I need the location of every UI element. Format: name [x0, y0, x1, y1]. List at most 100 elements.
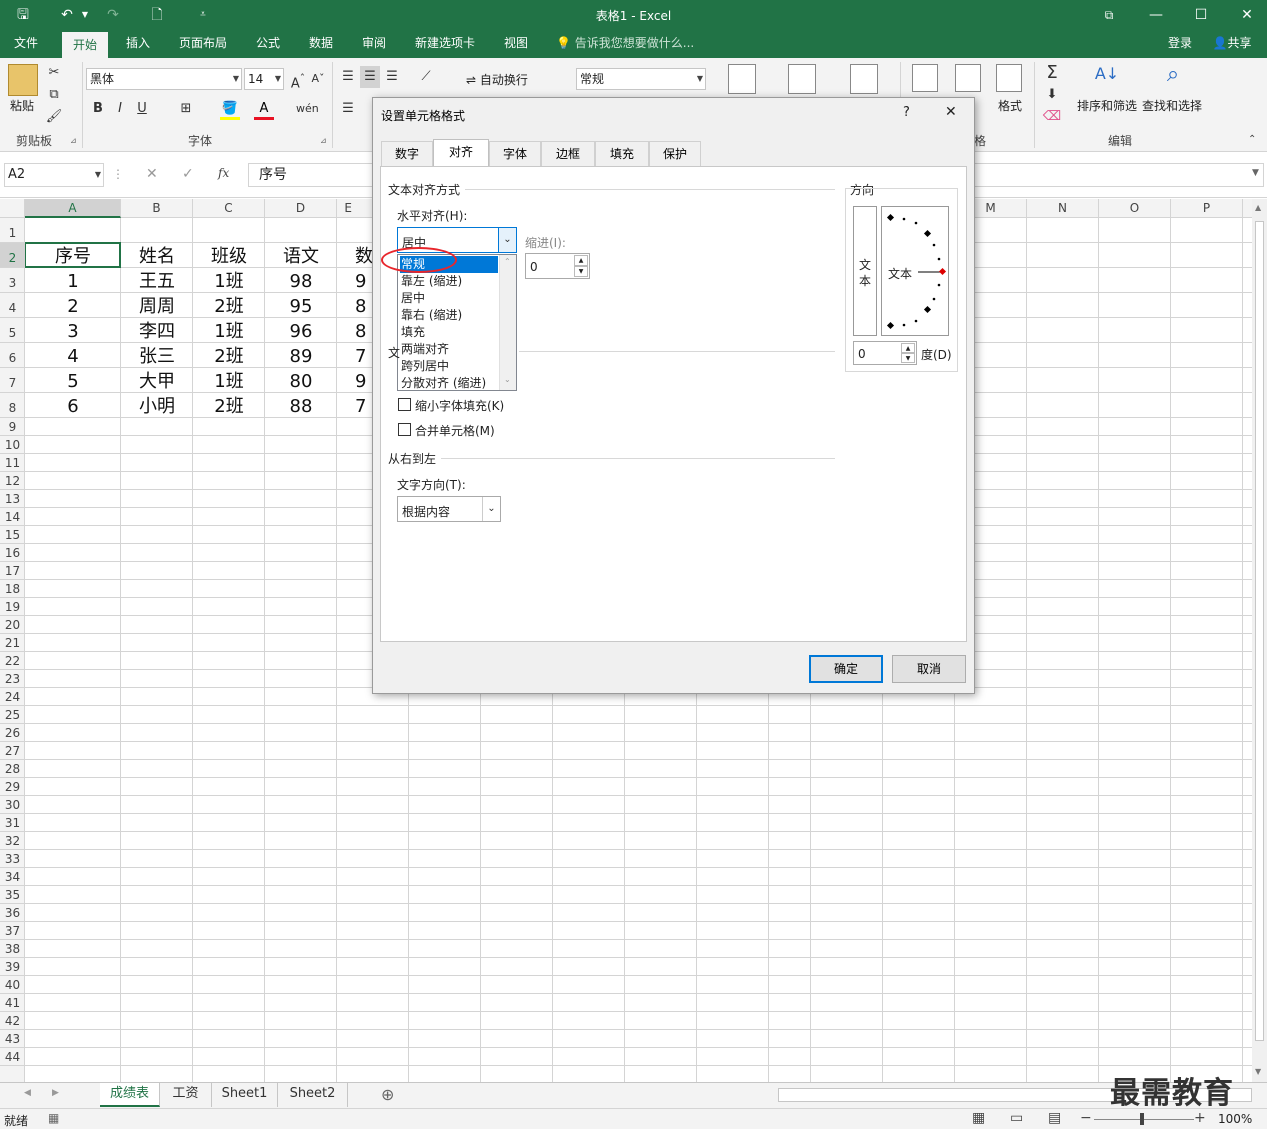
- sort-filter-button[interactable]: 排序和筛选: [1077, 97, 1137, 114]
- row-header[interactable]: 26: [0, 724, 25, 742]
- row-header[interactable]: 42: [0, 1012, 25, 1030]
- tab-protection[interactable]: 保护: [649, 141, 701, 167]
- table-cell[interactable]: 2: [25, 295, 121, 317]
- table-cell[interactable]: 89: [265, 345, 337, 367]
- row-header[interactable]: 41: [0, 994, 25, 1012]
- table-cell[interactable]: 1: [25, 270, 121, 292]
- share-button[interactable]: 👤共享: [1204, 30, 1260, 58]
- font-name-combo[interactable]: 黑体 ▼: [86, 68, 242, 90]
- table-cell[interactable]: 88: [265, 395, 337, 417]
- copy-icon[interactable]: ⧉: [44, 84, 64, 106]
- zoom-slider-thumb[interactable]: [1140, 1113, 1144, 1125]
- font-launcher-icon[interactable]: ⊿: [320, 136, 327, 145]
- fill-color-icon[interactable]: 🪣: [220, 98, 240, 120]
- cell-styles-icon[interactable]: [850, 64, 878, 94]
- tab-data[interactable]: 数据: [301, 30, 341, 58]
- font-size-combo[interactable]: 14 ▼: [244, 68, 284, 90]
- tab-page-layout[interactable]: 页面布局: [172, 30, 234, 58]
- row-header[interactable]: 17: [0, 562, 25, 580]
- autosum-icon[interactable]: Σ: [1042, 62, 1062, 84]
- row-header[interactable]: 24: [0, 688, 25, 706]
- table-cell[interactable]: 大甲: [121, 370, 193, 392]
- indent-stepper[interactable]: 0 ▲ ▼: [525, 253, 590, 279]
- zoom-in-icon[interactable]: +: [1194, 1110, 1206, 1126]
- row-header[interactable]: 14: [0, 508, 25, 526]
- dropdown-option[interactable]: 居中: [400, 290, 498, 307]
- horizontal-align-dropdown-list[interactable]: ⌃ ⌄ 常规 靠左 (缩进) 居中 靠右 (缩进) 填充 两端对齐 跨列居中 分散对齐 (缩进…: [397, 254, 517, 391]
- table-cell[interactable]: 96: [265, 320, 337, 342]
- align-top-icon[interactable]: ☰: [338, 66, 358, 88]
- text-direction-select[interactable]: 根据内容 ⌄: [397, 496, 501, 522]
- dropdown-option[interactable]: 填充: [400, 324, 498, 341]
- zoom-slider[interactable]: [1094, 1119, 1194, 1120]
- format-cells-icon[interactable]: [996, 64, 1022, 92]
- wrap-text-button[interactable]: ⇌ 自动换行: [466, 71, 528, 88]
- orientation-dial[interactable]: 文本: [881, 206, 949, 336]
- table-cell[interactable]: 4: [25, 345, 121, 367]
- expand-formula-icon[interactable]: ▼: [1252, 168, 1259, 178]
- row-header[interactable]: 13: [0, 490, 25, 508]
- table-cell[interactable]: 小明: [121, 395, 193, 417]
- column-header[interactable]: A: [25, 199, 121, 218]
- column-header[interactable]: D: [265, 199, 337, 218]
- tab-insert[interactable]: 插入: [118, 30, 158, 58]
- format-painter-icon[interactable]: 🖌: [44, 106, 64, 128]
- find-select-button[interactable]: 查找和选择: [1142, 97, 1202, 114]
- list-scrollbar[interactable]: ⌃ ⌄: [499, 255, 516, 390]
- chevron-down-icon[interactable]: ⌄: [482, 497, 500, 521]
- cancel-entry-icon[interactable]: ✕: [146, 166, 158, 182]
- shrink-to-fit-checkbox[interactable]: [398, 398, 411, 411]
- row-header[interactable]: 35: [0, 886, 25, 904]
- page-break-view-icon[interactable]: ▤: [1048, 1110, 1061, 1126]
- format-as-table-icon[interactable]: [788, 64, 816, 94]
- tab-file[interactable]: 文件: [6, 30, 46, 58]
- row-header[interactable]: 20: [0, 616, 25, 634]
- row-header[interactable]: 39: [0, 958, 25, 976]
- paste-icon[interactable]: [8, 64, 38, 96]
- stepper-down-icon[interactable]: ▼: [574, 266, 588, 277]
- column-header[interactable]: P: [1171, 199, 1243, 218]
- row-header[interactable]: 40: [0, 976, 25, 994]
- table-cell[interactable]: 姓名: [121, 245, 193, 267]
- row-header[interactable]: 18: [0, 580, 25, 598]
- align-left-icon[interactable]: ☰: [338, 98, 358, 120]
- bold-icon[interactable]: B: [88, 98, 108, 120]
- degree-stepper[interactable]: 0 ▲ ▼: [853, 341, 917, 365]
- decrease-font-icon[interactable]: Aˇ: [308, 68, 328, 90]
- normal-view-icon[interactable]: ▦: [972, 1110, 985, 1126]
- tab-home[interactable]: 开始: [62, 32, 108, 58]
- chevron-down-icon[interactable]: ⌄: [498, 228, 516, 252]
- prev-sheet-icon[interactable]: ◀: [24, 1088, 31, 1098]
- conditional-format-icon[interactable]: [728, 64, 756, 94]
- table-cell[interactable]: 周周: [121, 295, 193, 317]
- zoom-out-icon[interactable]: −: [1080, 1110, 1092, 1126]
- row-header[interactable]: 12: [0, 472, 25, 490]
- row-header[interactable]: 15: [0, 526, 25, 544]
- stepper-down-icon[interactable]: ▼: [901, 353, 915, 363]
- stepper-up-icon[interactable]: ▲: [574, 255, 588, 266]
- table-cell[interactable]: 3: [25, 320, 121, 342]
- row-header[interactable]: 38: [0, 940, 25, 958]
- table-cell[interactable]: 班级: [193, 245, 265, 267]
- dialog-close-button[interactable]: ✕: [945, 104, 957, 120]
- row-header[interactable]: 25: [0, 706, 25, 724]
- dropdown-option[interactable]: 两端对齐: [400, 341, 498, 358]
- shrink-to-fit-label[interactable]: 缩小字体填充(K): [415, 397, 504, 414]
- dropdown-option[interactable]: 靠右 (缩进): [400, 307, 498, 324]
- macro-record-icon[interactable]: ▦: [48, 1111, 59, 1125]
- dropdown-option[interactable]: 靠左 (缩进): [400, 273, 498, 290]
- table-cell[interactable]: 2班: [193, 395, 265, 417]
- number-format-combo[interactable]: 常规 ▼: [576, 68, 706, 90]
- tab-number[interactable]: 数字: [381, 141, 433, 167]
- ok-button[interactable]: 确定: [809, 655, 883, 683]
- merge-cells-label[interactable]: 合并单元格(M): [415, 422, 495, 439]
- scroll-up-icon[interactable]: ⌃: [504, 257, 511, 266]
- close-icon[interactable]: ✕: [1236, 4, 1258, 26]
- row-header[interactable]: 22: [0, 652, 25, 670]
- row-header[interactable]: 30: [0, 796, 25, 814]
- row-header[interactable]: 3: [0, 268, 25, 293]
- cut-icon[interactable]: ✂: [44, 62, 64, 84]
- tab-fill[interactable]: 填充: [595, 141, 649, 167]
- column-header[interactable]: N: [1027, 199, 1099, 218]
- row-header[interactable]: 6: [0, 343, 25, 368]
